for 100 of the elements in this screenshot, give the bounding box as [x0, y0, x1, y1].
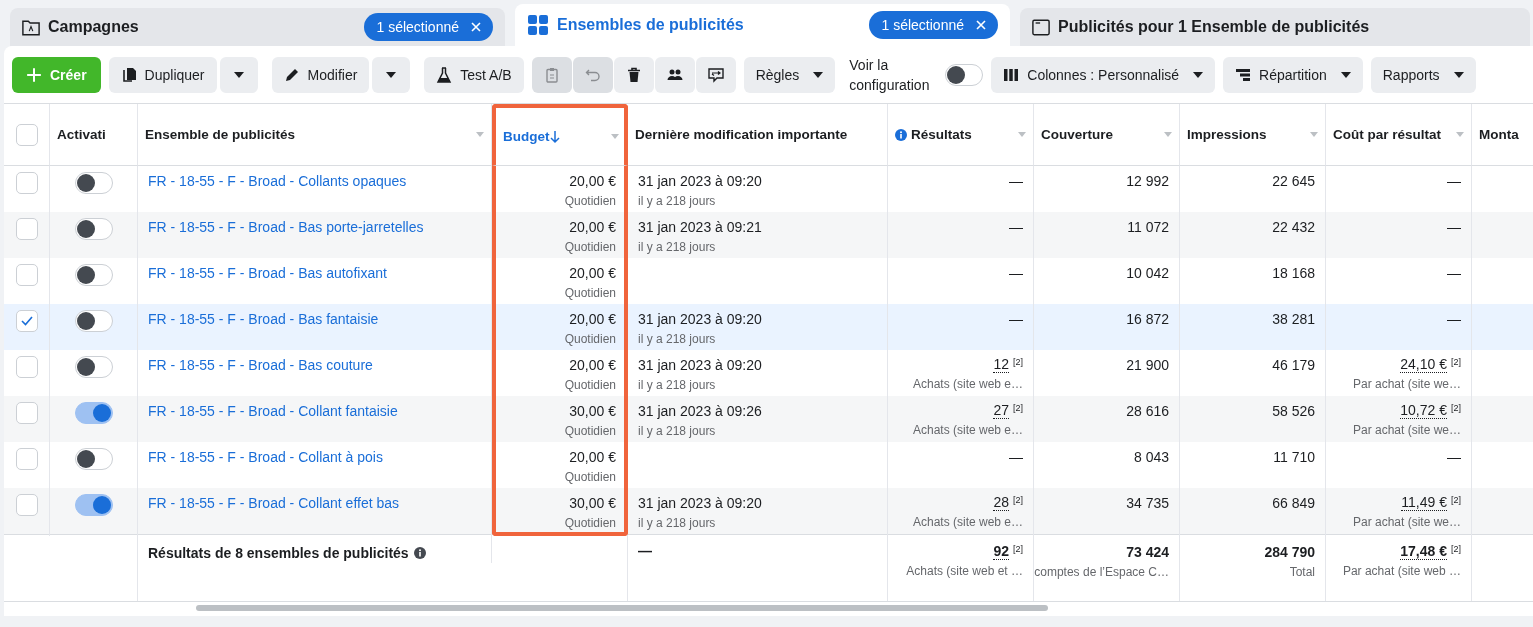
dropdown-button[interactable]: [372, 56, 411, 93]
reach-value: 11 072: [1127, 218, 1169, 236]
cost-note: Par achat (site we…: [1352, 422, 1461, 439]
summary-note: comptes de l’Espace C…: [1034, 564, 1169, 581]
level-tab[interactable]: Campagnes 1 sélectionné: [10, 8, 505, 46]
caret-icon: [386, 71, 397, 78]
budget-type: Quotidien: [564, 377, 616, 394]
budget-value: 20,00 €: [569, 310, 616, 328]
status-toggle[interactable]: [74, 356, 113, 378]
ad-set-link[interactable]: FR - 18-55 - F - Broad - Bas couture: [148, 356, 481, 373]
ad-set-link[interactable]: FR - 18-55 - F - Broad - Bas porte-jarretelles: [148, 218, 481, 235]
modified-ago: il y a 218 jours: [638, 331, 717, 348]
budget-type: Quotidien: [564, 239, 616, 256]
results-value: 28: [993, 494, 1009, 511]
edit-button[interactable]: Modifier: [271, 56, 370, 93]
caret-icon: [813, 71, 824, 78]
table-row[interactable]: FR - 18-55 - F - Broad - Bas porte-jarretelles 20,00 € Quotidien 31 jan 2023 à 09:21 il y a 218 jours — 11 072 22 432 —: [4, 212, 1533, 258]
cost-note: Par achat (site we…: [1352, 514, 1461, 531]
dropdown-button[interactable]: [219, 56, 258, 93]
status-toggle[interactable]: [74, 448, 113, 470]
column-label: Impressions: [1187, 127, 1267, 142]
row-checkbox[interactable]: [15, 264, 38, 286]
reach-value: 21 900: [1126, 356, 1169, 374]
row-checkbox[interactable]: [15, 310, 38, 332]
cost-value: 24,10 €: [1400, 356, 1447, 373]
table-row[interactable]: FR - 18-55 - F - Broad - Bas fantaisie 20,00 € Quotidien 31 jan 2023 à 09:20 il y a 218 jours — 16 872 38 281 —: [4, 304, 1533, 350]
impressions-value: 58 526: [1272, 402, 1315, 420]
trash-icon: [625, 66, 642, 83]
config-toggle[interactable]: [945, 63, 984, 86]
modified-date: 31 jan 2023 à 09:20: [638, 172, 763, 190]
results-value: 12: [993, 356, 1009, 373]
breakdown-button[interactable]: Répartition: [1223, 56, 1363, 93]
caret-icon: [1453, 71, 1464, 78]
level-tab[interactable]: Ensembles de publicités 1 sélectionné: [515, 4, 1010, 46]
audience-button[interactable]: [654, 56, 695, 93]
row-checkbox[interactable]: [15, 448, 38, 470]
summary-cost: 17,48 €: [1400, 543, 1447, 560]
columns-icon: [1003, 66, 1020, 83]
footnote-ref: [2]: [1451, 494, 1461, 506]
duplicate-button[interactable]: Dupliquer: [108, 56, 217, 93]
ad-set-link[interactable]: FR - 18-55 - F - Broad - Collant à pois: [148, 448, 481, 465]
row-checkbox[interactable]: [15, 218, 38, 240]
ad-set-link[interactable]: FR - 18-55 - F - Broad - Collants opaques: [148, 172, 481, 189]
cost-value: —: [1447, 264, 1461, 282]
footnote-ref: [2]: [1013, 494, 1023, 506]
reports-button[interactable]: Rapports: [1370, 56, 1476, 93]
tab-label: Ensembles de publicités: [557, 16, 744, 34]
table-row[interactable]: FR - 18-55 - F - Broad - Collant effet bas 30,00 € Quotidien 31 jan 2023 à 09:20 il y a 218 jours 28 [2] Achats (site web e… 34 735 66 849 11,49 € [2] Par achat (site we…: [4, 488, 1533, 534]
summary-results: 92: [993, 543, 1009, 560]
status-toggle[interactable]: [74, 402, 113, 424]
clipboard-icon: [543, 66, 560, 83]
modified-date: 31 jan 2023 à 09:20: [638, 356, 763, 374]
results-value: —: [1009, 310, 1023, 328]
select-all-checkbox[interactable]: [15, 123, 38, 146]
results-note: Achats (site web e…: [912, 376, 1023, 393]
impressions-value: 18 168: [1272, 264, 1315, 282]
ad-set-link[interactable]: FR - 18-55 - F - Broad - Bas fantaisie: [148, 310, 481, 327]
selection-chip[interactable]: 1 sélectionné: [364, 13, 493, 41]
row-checkbox[interactable]: [15, 172, 38, 194]
stacked-bars-icon: [1235, 66, 1252, 83]
status-toggle[interactable]: [74, 218, 113, 240]
cost-note: Par achat (site we…: [1352, 376, 1461, 393]
status-toggle[interactable]: [74, 172, 113, 194]
rules-button[interactable]: Règles: [743, 56, 836, 93]
impressions-value: 22 645: [1272, 172, 1315, 190]
ab-test-button[interactable]: Test A/B: [424, 56, 524, 93]
delete-button[interactable]: [613, 56, 654, 93]
row-checkbox[interactable]: [15, 494, 38, 516]
modified-date: 31 jan 2023 à 09:26: [638, 402, 763, 420]
swap-button[interactable]: [695, 56, 736, 93]
pencil-icon: [283, 66, 300, 83]
ad-set-link[interactable]: FR - 18-55 - F - Broad - Collant fantaisie: [148, 402, 481, 419]
flask-icon: [436, 66, 453, 83]
results-note: Achats (site web e…: [912, 514, 1023, 531]
budget-value: 30,00 €: [569, 402, 616, 420]
ad-set-link[interactable]: FR - 18-55 - F - Broad - Collant effet bas: [148, 494, 481, 511]
status-toggle[interactable]: [74, 494, 113, 516]
row-checkbox[interactable]: [15, 356, 38, 378]
selection-chip[interactable]: 1 sélectionné: [869, 11, 998, 39]
results-note: Achats (site web e…: [912, 422, 1023, 439]
results-value: —: [1009, 264, 1023, 282]
budget-type: Quotidien: [564, 331, 616, 348]
window-icon: [1032, 18, 1050, 36]
cost-value: 10,72 €: [1400, 402, 1447, 419]
columns-button[interactable]: Colonnes : Personnalisé: [991, 56, 1216, 93]
tab-label: Campagnes: [48, 18, 139, 36]
status-toggle[interactable]: [74, 264, 113, 286]
ad-set-link[interactable]: FR - 18-55 - F - Broad - Bas autofixant: [148, 264, 481, 281]
table-row[interactable]: FR - 18-55 - F - Broad - Collant fantaisie 30,00 € Quotidien 31 jan 2023 à 09:26 il y a 218 jours 27 [2] Achats (site web e… 28 616 58 526 10,72 € [2] Par achat (site we…: [4, 396, 1533, 442]
horizontal-scrollbar[interactable]: [196, 605, 1048, 611]
status-toggle[interactable]: [74, 310, 113, 332]
row-checkbox[interactable]: [15, 402, 38, 424]
budget-value: 20,00 €: [569, 356, 616, 374]
plus-icon: [26, 66, 42, 83]
grid-icon: [527, 14, 549, 36]
impressions-value: 66 849: [1272, 494, 1315, 512]
reach-value: 10 042: [1126, 264, 1169, 282]
budget-value: 20,00 €: [569, 218, 616, 236]
footnote-ref: [2]: [1013, 543, 1023, 555]
level-tab[interactable]: Publicités pour 1 Ensemble de publicités: [1020, 8, 1530, 46]
